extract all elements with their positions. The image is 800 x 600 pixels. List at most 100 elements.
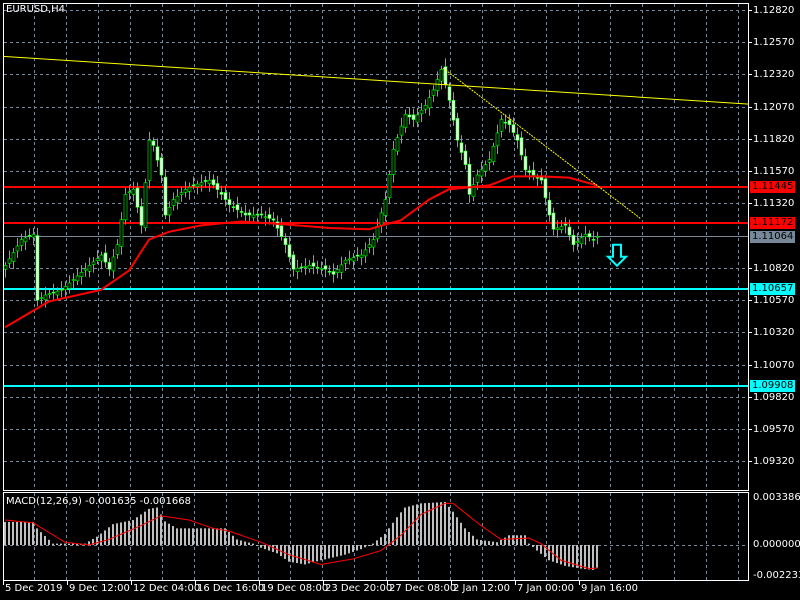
macd-histogram-bar [388, 528, 390, 545]
candle-body [519, 137, 524, 156]
candle-body [303, 266, 308, 268]
candle-body [71, 279, 76, 281]
candle-body [187, 187, 192, 192]
price-tick-label: 1.10820 [753, 262, 795, 274]
candle-body [595, 236, 600, 238]
candle-body [535, 177, 540, 179]
time-tick-label: 7 Jan 00:00 [517, 583, 574, 594]
candle-body [415, 114, 420, 123]
candle-body [11, 252, 16, 262]
macd-histogram-bar [260, 545, 262, 548]
candle-body [47, 293, 52, 296]
candle-body [475, 174, 480, 183]
candle-body [167, 207, 172, 216]
macd-histogram-bar [588, 545, 590, 570]
candle-body [99, 254, 104, 262]
macd-histogram-bar [288, 545, 290, 562]
chart-window[interactable]: EURUSD,H4 MACD(12,26,9) -0.001635 -0.001… [0, 0, 800, 600]
macd-histogram-bar [116, 523, 118, 545]
macd-histogram-bar [456, 517, 458, 545]
macd-histogram-bar [356, 545, 358, 551]
candle-body [527, 170, 532, 173]
macd-histogram-bar [8, 521, 10, 545]
time-tick-label: 2 Jan 12:00 [453, 583, 510, 594]
macd-histogram-bar [212, 528, 214, 545]
candle-body [107, 262, 112, 270]
macd-histogram-bar [536, 545, 538, 551]
candle-body [587, 233, 592, 238]
candle-body [291, 254, 296, 270]
candle-body [503, 121, 508, 124]
candle-body [395, 137, 400, 152]
macd-histogram-bar [464, 528, 466, 545]
candle-body [63, 286, 68, 290]
candle-body [3, 265, 8, 270]
candle-body [267, 214, 272, 219]
candle-body [235, 204, 240, 211]
level-price-tag: 1.11445 [750, 181, 795, 193]
macd-histogram-bar [336, 545, 338, 557]
candle-body [39, 297, 44, 299]
macd-histogram-bar [400, 512, 402, 545]
candle-body [51, 291, 56, 294]
candle-body [179, 192, 184, 195]
candle-body [591, 239, 596, 241]
macd-histogram-bar [580, 545, 582, 569]
macd-histogram-bar [520, 535, 522, 545]
candle-body [251, 214, 256, 218]
macd-histogram-bar [492, 541, 494, 545]
candle-body [543, 178, 548, 198]
candle-body [175, 195, 180, 203]
macd-histogram-bar [372, 543, 374, 545]
macd-histogram-bar [528, 543, 530, 545]
macd-histogram-bar [44, 535, 46, 545]
macd-histogram-bar [12, 521, 14, 545]
macd-histogram-bar [192, 528, 194, 545]
macd-histogram-bar [164, 521, 166, 545]
macd-histogram-bar [320, 545, 322, 561]
macd-histogram-bar [128, 520, 130, 545]
macd-histogram-bar [472, 535, 474, 545]
macd-histogram-bar [328, 545, 330, 559]
candle-body [127, 191, 132, 194]
candle-body [343, 259, 348, 264]
macd-histogram-bar [196, 528, 198, 545]
candle-body [271, 218, 276, 221]
candle-body [123, 194, 128, 221]
macd-histogram-bar [424, 503, 426, 545]
candle-body [263, 216, 268, 219]
macd-histogram-bar [360, 545, 362, 550]
candle-body [231, 206, 236, 208]
macd-histogram-bar [496, 542, 498, 545]
candle-body [387, 174, 392, 198]
macd-histogram-bar [500, 539, 502, 545]
macd-histogram-bar [264, 545, 266, 550]
macd-histogram-bar [324, 545, 326, 560]
macd-histogram-bar [156, 507, 158, 545]
candle-body [287, 244, 292, 258]
price-tick-label: 1.11820 [753, 133, 795, 145]
macd-histogram-bar [132, 520, 134, 545]
macd-histogram-bar [200, 528, 202, 545]
time-tick-label: 5 Dec 2019 [5, 583, 63, 594]
price-tick-label: 1.12570 [753, 36, 795, 48]
macd-histogram-bar [52, 543, 54, 545]
candle-body [207, 179, 212, 185]
candle-body [143, 182, 148, 229]
macd-histogram-bar [304, 545, 306, 565]
candle-body [79, 272, 84, 277]
candle-body [35, 235, 40, 301]
chart-canvas[interactable] [0, 0, 800, 600]
macd-histogram-bar [112, 524, 114, 545]
candle-body [459, 142, 464, 153]
candle-body [115, 244, 120, 255]
macd-histogram-bar [592, 545, 594, 570]
candle-body [75, 275, 80, 282]
macd-histogram-bar [564, 545, 566, 566]
macd-histogram-bar [20, 521, 22, 545]
candle-body [335, 269, 340, 273]
candle-body [371, 239, 376, 248]
macd-histogram-bar [332, 545, 334, 558]
candle-body [215, 183, 220, 190]
candle-body [183, 188, 188, 193]
